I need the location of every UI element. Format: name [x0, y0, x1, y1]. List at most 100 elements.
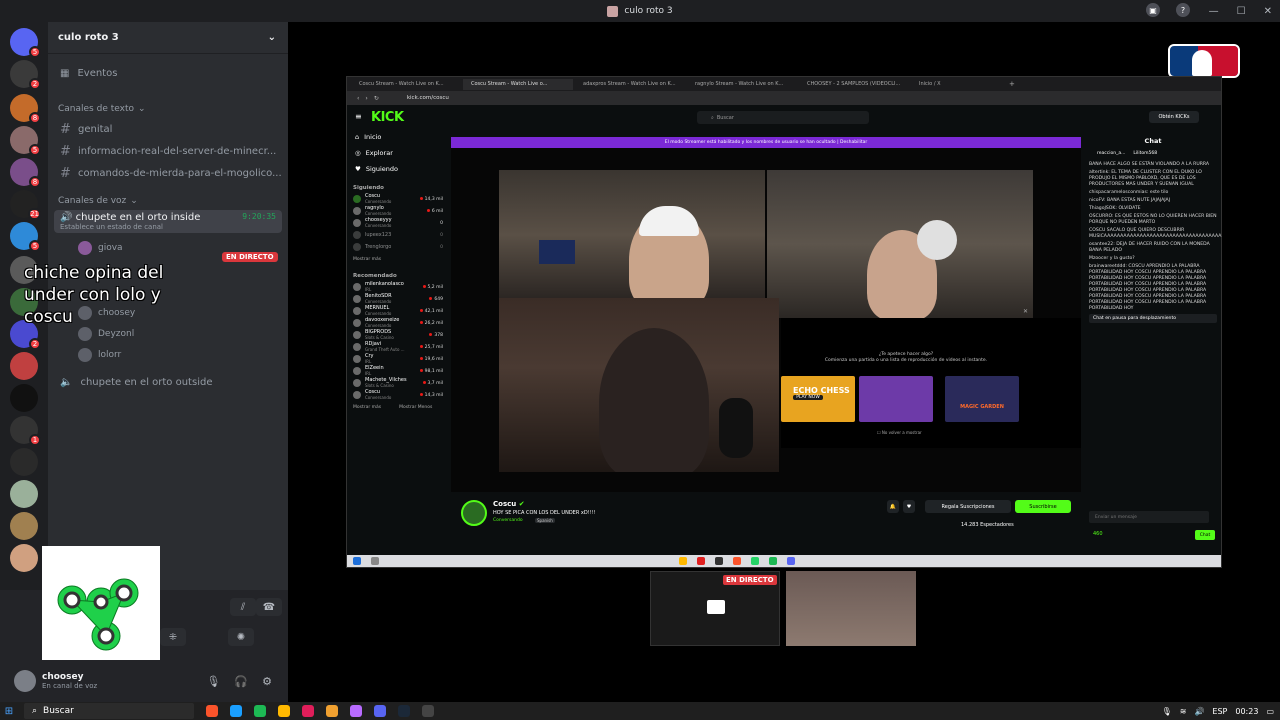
show-less-link[interactable]: Mostrar Menos	[399, 405, 432, 410]
show-more-link[interactable]: Mostrar más	[353, 405, 381, 410]
get-kicks-button[interactable]: Obtén KICKs	[1149, 111, 1199, 123]
recommended-channel[interactable]: Cry IRL 19,6 mil	[347, 353, 449, 365]
server-icon[interactable]	[10, 448, 38, 476]
activity-icon[interactable]: ⁜	[160, 628, 186, 646]
events-link[interactable]: ▦ Eventos	[48, 62, 288, 84]
close-button[interactable]: ✕	[1264, 6, 1272, 17]
forward-icon[interactable]: ›	[365, 95, 367, 102]
channel-genital[interactable]: # genital	[48, 118, 288, 140]
browser-tab[interactable]: ragnylo Stream - Watch Live on K...	[687, 79, 797, 90]
spotify-icon[interactable]	[254, 705, 266, 717]
taskbar-search[interactable]: ⌕ Buscar	[24, 703, 194, 719]
voice-category[interactable]: Canales de voz ⌄	[48, 192, 288, 210]
chat-send-button[interactable]: Chat	[1195, 530, 1215, 540]
channel-comandos[interactable]: # comandos-de-mierda-para-el-mogolico...	[48, 162, 288, 184]
show-more-link[interactable]: Mostrar más	[347, 253, 449, 265]
voice-channel-outside[interactable]: 🔈 chupete en el orto outside	[48, 371, 288, 393]
reload-icon[interactable]: ↻	[374, 95, 379, 102]
channel-informacion[interactable]: # informacion-real-del-server-de-minecr.…	[48, 140, 288, 162]
game-card[interactable]	[859, 376, 933, 422]
recommended-channel[interactable]: milenkanolasco IRL 5,2 mil	[347, 281, 449, 293]
clock[interactable]: 00:23	[1235, 707, 1258, 716]
nav-siguiendo[interactable]: ♥ Siguiendo	[347, 161, 449, 177]
camera-preview[interactable]	[786, 571, 916, 646]
app-icon[interactable]	[230, 705, 242, 717]
file-explorer-icon[interactable]	[278, 705, 290, 717]
recommended-channel[interactable]: BenitoSDR Conversando 649	[347, 293, 449, 305]
chat-paused-notice[interactable]: Chat en pausa para desplazamiento	[1089, 314, 1217, 323]
app-icon[interactable]	[326, 705, 338, 717]
recommended-channel[interactable]: Machete_Vilches Slots & Casino 3,7 mil	[347, 377, 449, 389]
steam-icon[interactable]	[398, 705, 410, 717]
soundboard-icon[interactable]: ✺	[228, 628, 254, 646]
new-tab-icon[interactable]: +	[1009, 80, 1015, 88]
notification-bell-icon[interactable]: 🔔	[887, 500, 899, 513]
recommended-channel[interactable]: BIGPRODS Slots & Casino 378	[347, 329, 449, 341]
kick-search-input[interactable]: ⌕ Buscar	[697, 111, 869, 124]
following-channel[interactable]: Coscu Conversando 14,3 mil	[347, 193, 449, 205]
maximize-button[interactable]: ☐	[1237, 6, 1246, 17]
app-icon[interactable]	[350, 705, 362, 717]
headphones-icon[interactable]: 🎧	[234, 675, 248, 688]
wifi-icon[interactable]: ≋	[1180, 707, 1187, 716]
close-icon[interactable]: ✕	[1023, 308, 1028, 315]
microphone-icon[interactable]: 🎙	[1162, 707, 1172, 716]
voice-channel-inside[interactable]: 🔊 chupete en el orto inside 9:20:35 Esta…	[54, 210, 282, 233]
recommended-channel[interactable]: RDjavi Grand Theft Auto ... 25,7 mil	[347, 341, 449, 353]
subscribe-button[interactable]: Suscribirse	[1015, 500, 1071, 513]
notification-icon[interactable]: ▭	[1266, 707, 1274, 716]
browser-tab[interactable]: Coscu Stream - Watch Live on K...	[351, 79, 461, 90]
server-icon[interactable]: 8	[10, 158, 41, 188]
recommended-channel[interactable]: Coscu Conversando 14,3 mil	[347, 389, 449, 401]
help-icon[interactable]: ?	[1176, 3, 1190, 17]
server-icon[interactable]: 8	[10, 94, 41, 124]
nav-inicio[interactable]: ⌂ Inicio	[347, 129, 449, 145]
discord-icon[interactable]	[374, 705, 386, 717]
brave-icon[interactable]	[206, 705, 218, 717]
recommended-channel[interactable]: ElZeein IRL 98,1 mil	[347, 365, 449, 377]
game-card[interactable]: MAGIC GARDEN	[945, 376, 1019, 422]
game-card[interactable]: ECHO CHESS PLAY NOW	[781, 376, 855, 422]
app-icon[interactable]	[302, 705, 314, 717]
server-icon[interactable]: 5	[10, 126, 41, 156]
recommended-channel[interactable]: davooxeneize Conversando 26,2 mil	[347, 317, 449, 329]
following-channel[interactable]: lupeex123 0	[347, 229, 449, 241]
dont-show-again-checkbox[interactable]: ☐ No volver a mostrar	[877, 430, 922, 435]
text-category[interactable]: Canales de texto ⌄	[48, 100, 288, 118]
gift-subs-button[interactable]: Regala Suscripciones	[925, 500, 1011, 513]
play-now-button[interactable]: PLAY NOW	[793, 395, 823, 400]
voice-member[interactable]: lolorr	[48, 344, 288, 365]
stream-viewer[interactable]: Coscu Stream - Watch Live on K... Coscu …	[288, 22, 1280, 702]
kick-logo[interactable]: KICK	[371, 110, 404, 125]
browser-tab[interactable]: CHOOSEY - 2 SAMPLEOS (VIDEOCLI...	[799, 79, 909, 90]
streamer-avatar[interactable]	[461, 500, 487, 526]
language-indicator[interactable]: ESP	[1212, 707, 1227, 716]
server-icon[interactable]	[10, 480, 38, 508]
settings-gear-icon[interactable]: ⚙	[262, 675, 272, 688]
minimize-button[interactable]: —	[1209, 6, 1219, 17]
nav-explorar[interactable]: ◎ Explorar	[347, 145, 449, 161]
server-icon[interactable]	[10, 544, 38, 572]
following-channel[interactable]: chooseyyy Conversando 0	[347, 217, 449, 229]
windows-start-icon[interactable]: ⊞	[0, 702, 18, 720]
recommended-channel[interactable]: MERNUEL Conversando 42,1 mil	[347, 305, 449, 317]
video-player[interactable]: ✕ ¿Te apetece hacer algo? Comienza una pa…	[451, 148, 1081, 492]
url-field[interactable]: kick.com/coscu	[407, 95, 449, 101]
following-channel[interactable]: ragnylo Conversando 6 mil	[347, 205, 449, 217]
discord-home-icon[interactable]: 5	[10, 28, 41, 58]
volume-icon[interactable]: 🔊	[1194, 707, 1204, 716]
server-icon[interactable]: 21	[10, 190, 41, 220]
obs-icon[interactable]	[422, 705, 434, 717]
microphone-icon[interactable]: 🎙	[206, 675, 220, 688]
inbox-icon[interactable]: ▣	[1146, 3, 1160, 17]
chat-input[interactable]: Enviar un mensaje	[1089, 511, 1209, 523]
server-header[interactable]: culo roto 3 ⌄	[48, 22, 288, 54]
stream-category[interactable]: Conversando	[493, 518, 523, 523]
back-icon[interactable]: ‹	[357, 95, 359, 102]
noise-suppression-icon[interactable]: ⫽	[230, 598, 256, 616]
menu-icon[interactable]: ≡	[355, 112, 362, 121]
avatar[interactable]	[14, 670, 36, 692]
follow-heart-icon[interactable]: ♥	[903, 500, 915, 513]
browser-tab[interactable]: Inicio / X	[911, 79, 1001, 90]
server-icon[interactable]	[10, 352, 38, 380]
